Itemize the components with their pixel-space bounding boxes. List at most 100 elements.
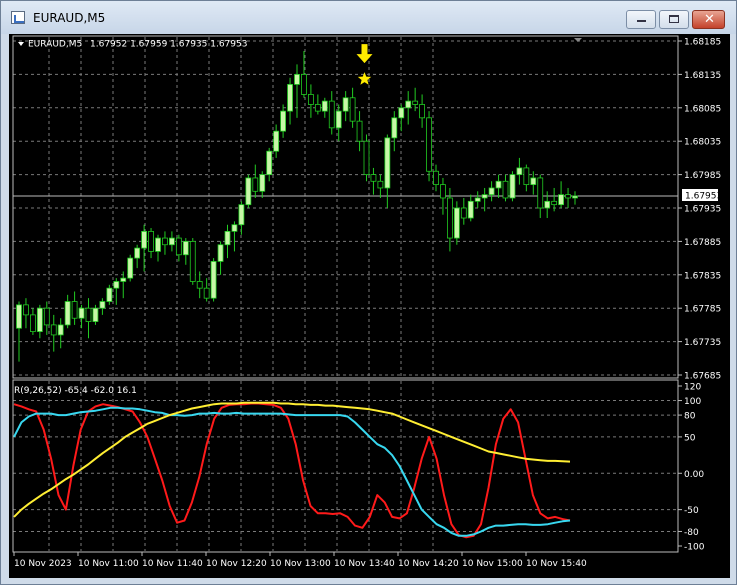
candle-body [572, 195, 578, 199]
candle-body [36, 307, 43, 332]
candle-body [467, 200, 474, 219]
candle-body [453, 207, 460, 239]
time-axis-label: 10 Nov 11:40 [142, 559, 203, 569]
candle-body [57, 324, 64, 336]
current-price-label: 1.67953 [685, 192, 722, 202]
candle-body [231, 224, 238, 232]
candle-body [335, 110, 342, 129]
candle-body [558, 194, 564, 206]
indicator-tick-label: 0.00 [684, 470, 704, 480]
candle-body [328, 100, 335, 129]
chart-area[interactable]: 1.68185 1.68135 1.68085 1.68035 1.67985 1.679… [9, 34, 730, 578]
indicator-tick-label: 120 [684, 383, 701, 393]
candle-body [245, 177, 252, 206]
candle-body [155, 237, 161, 252]
time-axis-label: 10 Nov 15:00 [462, 559, 523, 569]
candle-body [321, 100, 328, 112]
price-header-ohlc: 1.67952 1.67959 1.67935 1.67953 [90, 40, 247, 50]
candle-body [50, 324, 57, 336]
candle-body [523, 167, 530, 186]
candle-body [238, 204, 245, 226]
time-axis-label: 10 Nov 2023 [14, 559, 72, 569]
candle-body [106, 287, 113, 302]
candle-body [398, 107, 405, 119]
candle-body [537, 177, 544, 209]
indicator-label: R(9,26,52) -65.4 -62.0 16.1 [14, 386, 137, 396]
candle-body [162, 237, 168, 246]
time-axis-label: 10 Nov 14:20 [398, 559, 459, 569]
candle-body [127, 257, 134, 279]
candle-body [370, 174, 377, 182]
candle-body [113, 281, 120, 289]
time-axis-label: 10 Nov 15:40 [526, 559, 587, 569]
chart-canvas[interactable]: 1.68185 1.68135 1.68085 1.68035 1.67985 1.679… [9, 34, 730, 578]
candle-body [426, 117, 432, 172]
maximize-icon [669, 15, 679, 23]
candle-body [196, 281, 203, 289]
candle-body [509, 174, 516, 199]
price-tick-label: 1.68085 [684, 104, 721, 114]
candle-body [495, 180, 502, 189]
price-header-symbol: EURAUD,M5 [28, 40, 82, 50]
candle-body [377, 180, 384, 189]
candle-body [419, 104, 426, 119]
candle-body [481, 194, 488, 199]
candle-body [551, 200, 558, 206]
price-tick-label: 1.68035 [684, 138, 721, 148]
minimize-button[interactable] [626, 10, 656, 29]
candle-body [516, 167, 523, 175]
indicator-tick-label: -100 [684, 543, 705, 553]
candle-body [85, 307, 92, 322]
candle-body [134, 247, 141, 259]
price-tick-label: 1.67735 [684, 338, 721, 348]
candle-body [29, 314, 36, 332]
chart-menu-arrow-icon[interactable] [18, 42, 24, 46]
candle-body [488, 187, 495, 196]
candle-body [189, 240, 196, 282]
candle-body [287, 84, 293, 112]
candle-body [224, 230, 231, 246]
indicator-tick-label: 50 [684, 433, 696, 443]
candle-body [280, 110, 287, 132]
price-tick-label: 1.67785 [684, 305, 721, 315]
candle-body [203, 287, 210, 299]
minimize-icon [637, 20, 646, 22]
candle-body [440, 184, 446, 199]
price-tick-label: 1.67835 [684, 271, 721, 281]
candle-body [363, 140, 370, 175]
candle-body [565, 194, 571, 199]
sell-arrow-icon [356, 44, 373, 64]
scroll-marker-icon[interactable] [574, 38, 582, 42]
candle-body [391, 117, 398, 139]
candle-body [92, 307, 99, 322]
indicator-tick-label: 80 [684, 412, 696, 422]
time-axis-label: 10 Nov 11:00 [78, 559, 139, 569]
time-axis-label: 10 Nov 13:40 [334, 559, 395, 569]
candle-body [405, 100, 412, 109]
chart-window-icon [11, 11, 25, 24]
candle-body [342, 97, 349, 112]
price-tick-label: 1.67985 [684, 171, 721, 181]
time-axis-label: 10 Nov 12:20 [206, 559, 267, 569]
candle-body [412, 100, 419, 105]
candle-body [384, 137, 391, 189]
price-tick-label: 1.68135 [684, 71, 721, 81]
maximize-button[interactable] [659, 10, 689, 29]
close-button[interactable]: ✕ [692, 10, 725, 29]
candle-body [474, 197, 481, 202]
title-bar[interactable]: EURAUD,M5 ✕ [1, 1, 736, 34]
price-tick-label: 1.67885 [684, 238, 721, 248]
time-axis-label: 10 Nov 13:00 [270, 559, 331, 569]
candle-body [210, 261, 217, 299]
candle-body [273, 130, 280, 152]
candle-body [16, 304, 22, 329]
candle-body [175, 237, 182, 256]
candle-body [141, 230, 148, 249]
candle-body [530, 177, 537, 186]
candle-body [148, 230, 154, 252]
indicator-line-1 [13, 402, 571, 539]
close-icon: ✕ [704, 12, 715, 27]
candle-body [182, 240, 189, 256]
candle-body [307, 94, 314, 105]
candle-body [71, 301, 78, 319]
